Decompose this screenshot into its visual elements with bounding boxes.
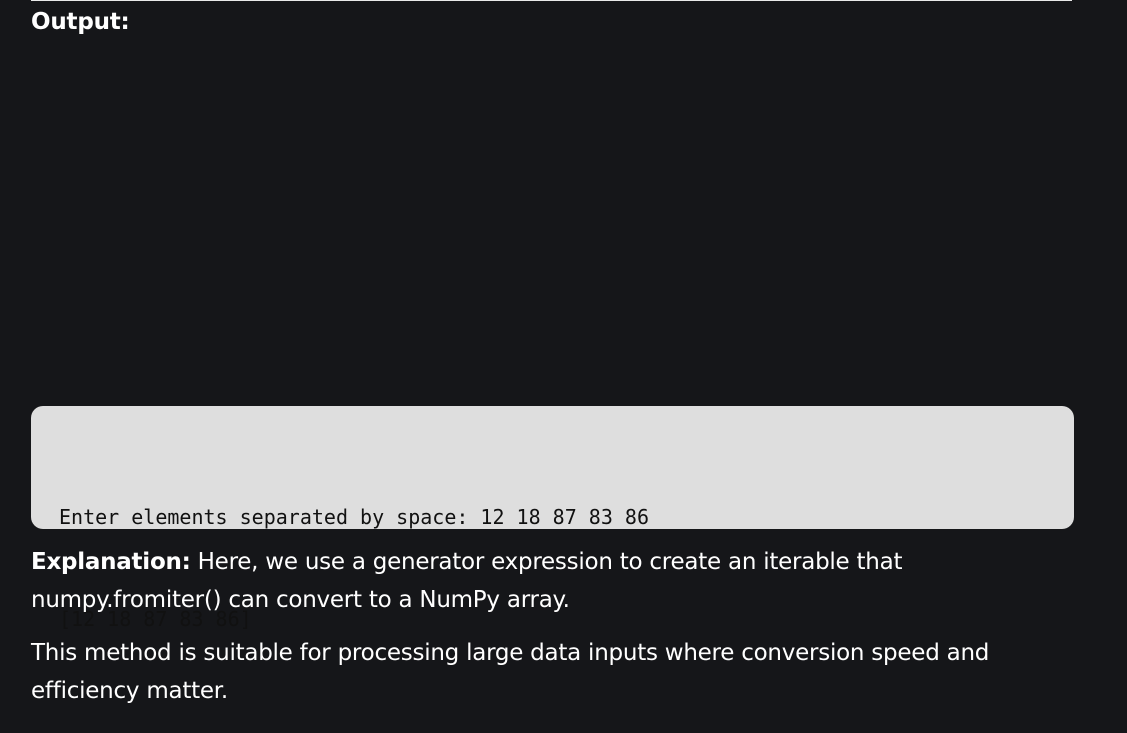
program-output-box: Enter elements separated by space: 12 18… xyxy=(31,406,1074,631)
previous-content-box-edge xyxy=(31,0,1072,1)
output-line-1: Enter elements separated by space: 12 18… xyxy=(59,505,650,529)
output-heading: Output: xyxy=(31,9,130,35)
explanation-label: Explanation: xyxy=(31,549,191,575)
explanation-paragraph: Explanation: Here, we use a generator ex… xyxy=(31,543,1081,619)
method-note-paragraph: This method is suitable for processing l… xyxy=(31,640,990,704)
